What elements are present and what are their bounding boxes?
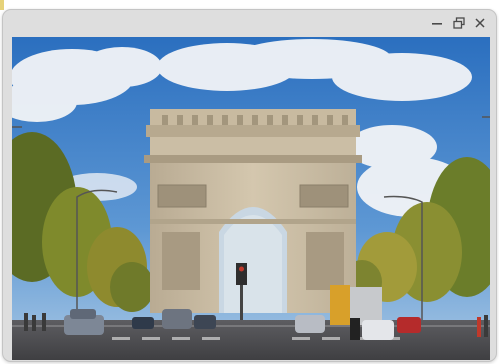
restore-button[interactable] — [451, 15, 467, 31]
minimize-button[interactable] — [429, 15, 445, 31]
close-icon — [475, 18, 485, 28]
arc-de-triomphe-photo — [12, 37, 490, 360]
arc-de-triomphe — [144, 109, 362, 313]
close-button[interactable] — [472, 15, 488, 31]
window-titlebar[interactable] — [3, 10, 496, 37]
restore-icon — [453, 17, 465, 29]
image-viewport — [12, 37, 490, 360]
desktop-edge-marker — [0, 0, 4, 10]
image-viewer-window — [2, 9, 497, 362]
minimize-icon — [432, 23, 442, 25]
